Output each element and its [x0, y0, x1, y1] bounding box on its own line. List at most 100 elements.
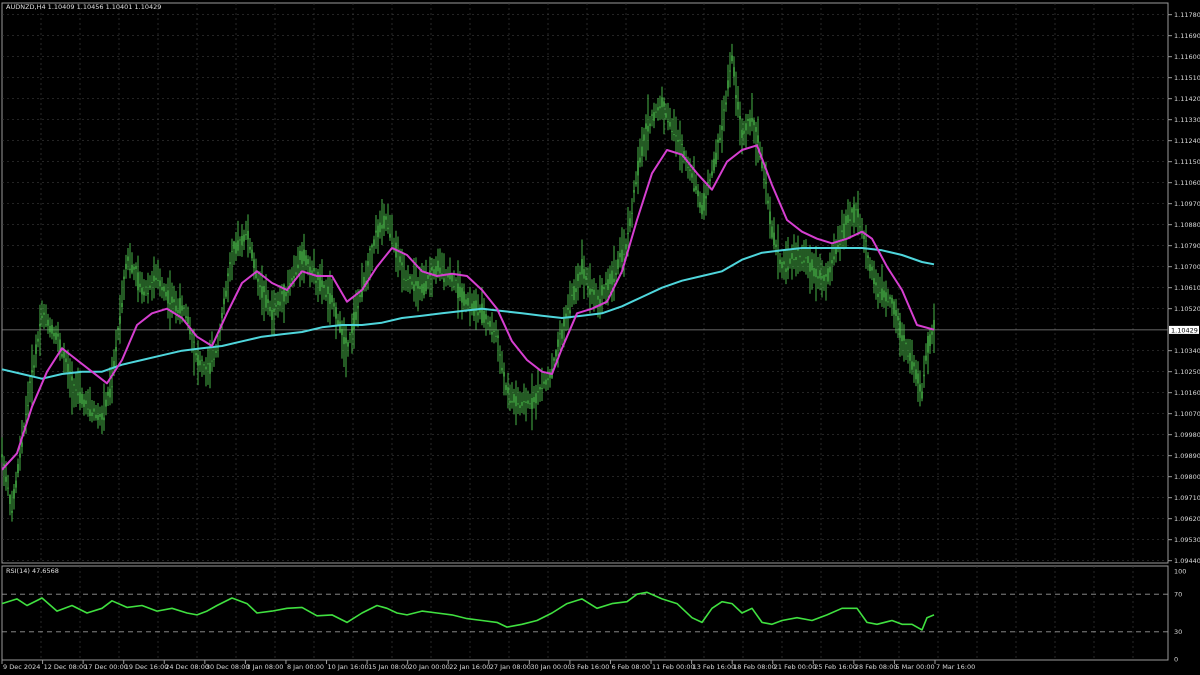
candle-body [579, 272, 581, 275]
chart-background [0, 0, 1200, 675]
candle-body [517, 403, 519, 405]
candle-body [721, 125, 723, 130]
candle-body [179, 298, 181, 314]
candle-body [819, 270, 821, 279]
candle-body [733, 67, 735, 77]
candle-body [353, 312, 355, 330]
candle-body [503, 372, 505, 377]
candle-body [51, 325, 53, 334]
price-tick-label: 1.11780 [1174, 11, 1200, 19]
candle-body [537, 391, 539, 393]
candle-body [845, 215, 847, 225]
candle-body [15, 480, 17, 488]
candle-body [587, 285, 589, 289]
candle-body [193, 341, 195, 343]
candle-body [61, 354, 63, 357]
candle-body [637, 160, 639, 176]
price-tick-label: 1.11150 [1174, 158, 1200, 166]
candle-body [195, 353, 197, 356]
candle-body [177, 309, 179, 314]
price-tick-label: 1.09980 [1174, 431, 1200, 439]
candle-body [633, 189, 635, 193]
candle-body [543, 381, 545, 384]
candle-body [251, 249, 253, 259]
candle-body [645, 123, 647, 130]
candle-body [895, 310, 897, 316]
candle-body [267, 299, 269, 304]
candle-body [611, 270, 613, 285]
candle-body [589, 288, 591, 295]
time-tick-label: 21 Feb 00:00 [774, 663, 817, 671]
candle-body [533, 397, 535, 403]
candle-body [315, 280, 317, 283]
candle-body [391, 242, 393, 244]
candle-body [711, 171, 713, 176]
candle-body [707, 181, 709, 184]
candle-body [485, 314, 487, 320]
candle-body [427, 275, 429, 279]
candle-body [57, 333, 59, 337]
candle-body [703, 193, 705, 211]
candle-body [801, 261, 803, 264]
candle-body [891, 297, 893, 304]
candle-body [275, 304, 277, 307]
candle-body [383, 215, 385, 229]
candle-body [565, 313, 567, 317]
candle-body [81, 393, 83, 405]
candle-body [461, 287, 463, 303]
candle-body [133, 267, 135, 270]
candle-body [327, 286, 329, 294]
candle-body [671, 131, 673, 133]
candle-body [571, 294, 573, 297]
candle-body [747, 119, 749, 121]
candle-body [597, 295, 599, 300]
candle-body [405, 279, 407, 281]
candle-body [31, 370, 33, 373]
candle-body [841, 230, 843, 233]
candle-body [279, 301, 281, 306]
candle-body [583, 269, 585, 279]
candle-body [173, 299, 175, 303]
time-tick-label: 30 Dec 08:00 [206, 663, 250, 671]
time-tick-label: 3 Feb 16:00 [571, 663, 610, 671]
candle-body [97, 414, 99, 420]
candle-body [607, 279, 609, 291]
candle-body [211, 360, 213, 362]
candle-body [239, 239, 241, 241]
candle-body [555, 350, 557, 357]
candle-body [749, 118, 751, 127]
candle-body [201, 359, 203, 361]
candle-body [591, 288, 593, 292]
candle-body [695, 186, 697, 191]
candle-body [191, 333, 193, 335]
candle-body [815, 268, 817, 278]
candle-body [725, 102, 727, 105]
candle-body [231, 250, 233, 252]
candle-body [345, 337, 347, 344]
candle-body [789, 258, 791, 264]
candle-body [653, 112, 655, 121]
candle-body [303, 249, 305, 262]
candle-body [821, 275, 823, 279]
candle-body [11, 510, 13, 513]
candle-body [215, 350, 217, 354]
time-tick-label: 11 Feb 00:00 [652, 663, 695, 671]
candle-body [709, 179, 711, 182]
candle-body [887, 301, 889, 303]
candle-body [525, 401, 527, 403]
candle-body [851, 208, 853, 213]
time-tick-label: 7 Mar 16:00 [936, 663, 975, 671]
trading-chart[interactable]: 1.11780 1.11690 1.11600 1.11510 1.11420 1.113… [0, 0, 1200, 675]
candle-body [213, 358, 215, 360]
candle-body [483, 310, 485, 323]
candle-body [679, 139, 681, 141]
candle-body [847, 214, 849, 223]
candle-body [621, 249, 623, 263]
candle-body [265, 294, 267, 308]
time-tick-label: 20 Jan 00:00 [409, 663, 450, 671]
candle-body [729, 70, 731, 72]
time-tick-label: 13 Feb 16:00 [693, 663, 736, 671]
candle-body [43, 312, 45, 315]
candle-body [167, 290, 169, 304]
candle-body [181, 305, 183, 311]
